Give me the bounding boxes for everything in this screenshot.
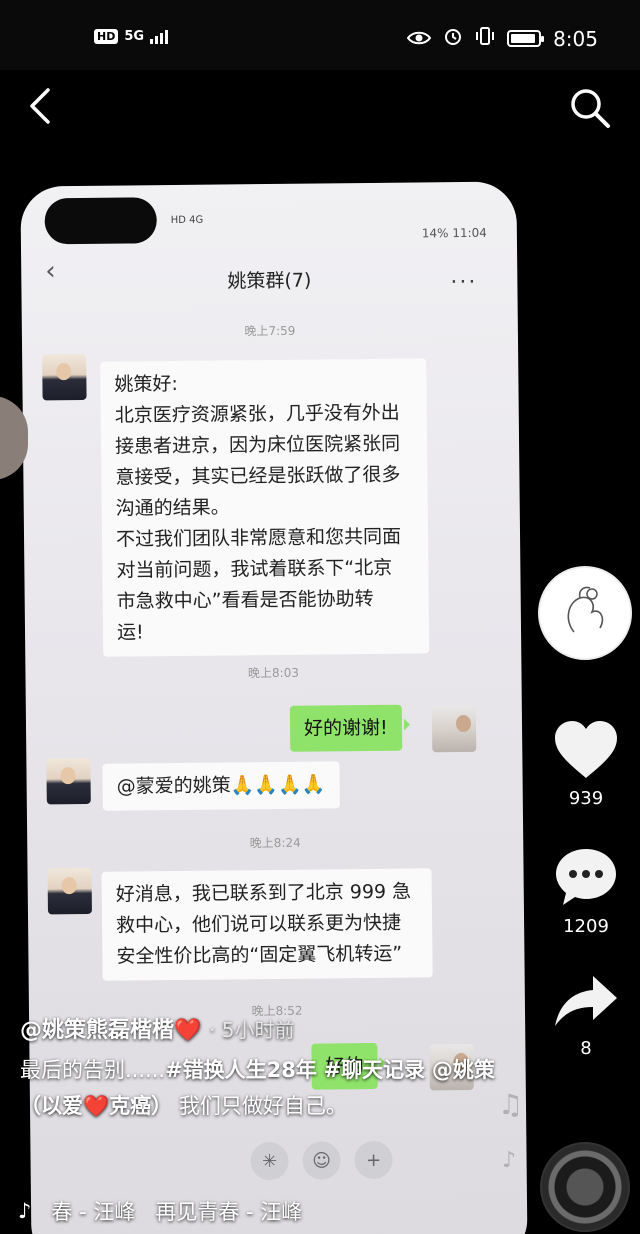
creator-avatar[interactable] (538, 566, 632, 660)
music-disc[interactable] (540, 1142, 630, 1232)
message-time: 晚上8:24 (249, 835, 301, 851)
signal-icon (150, 28, 169, 44)
phone-status-left: HD 4G (170, 214, 204, 227)
chat-title: 姚策群(7) (227, 269, 312, 293)
comment-count: 1209 (563, 916, 609, 937)
phone-status-right: 14% 11:04 (422, 226, 487, 241)
heart-icon (555, 721, 617, 778)
status-bar: HD 5G 8:05 (0, 0, 640, 70)
like-action[interactable]: 939 (548, 720, 624, 809)
like-count: 939 (568, 788, 604, 809)
comment-action[interactable]: 1209 (548, 846, 624, 937)
network-indicators: HD 5G (94, 28, 169, 44)
plus-icon: + (354, 1140, 393, 1180)
vibrate-icon (475, 26, 495, 51)
phone-time: 11:04 (452, 225, 487, 241)
chat-more-icon: ··· (450, 269, 478, 296)
music-note-icon: ♫ (498, 1088, 524, 1121)
search-icon[interactable] (566, 84, 614, 132)
avatar (46, 757, 91, 805)
music-title-next: 再见青春 - 汪峰 (155, 1200, 303, 1224)
message-time: 晚上8:03 (247, 665, 300, 681)
share-count: 8 (580, 1038, 592, 1059)
message-bubble: @蒙爱的姚策🙏🙏🙏🙏 (102, 761, 340, 811)
message-bubble-self: 好的谢谢! (289, 704, 402, 752)
eye-icon (406, 27, 432, 51)
author-name[interactable]: @姚策熊磊楷楷 (20, 1018, 174, 1043)
message-bubble: 好消息，我已联系到了北京 999 急 救中心，他们说可以联系更为快捷 安全性价比… (101, 868, 433, 981)
alarm-icon (443, 26, 463, 51)
hashtag[interactable]: #聊天记录 (324, 1058, 426, 1082)
music-note-icon: ♪ (502, 1148, 517, 1173)
status-right: 8:05 (406, 26, 598, 51)
avatar (42, 353, 87, 401)
music-note-icon: ♪ (18, 1199, 32, 1223)
battery-icon (507, 30, 545, 47)
sticker-icon: ☺ (302, 1141, 341, 1180)
caption-text: 最后的告别......#错换人生28年 #聊天记录 @姚策（以爱❤️克癌） 我们… (20, 1058, 495, 1118)
share-action[interactable]: 8 (548, 974, 624, 1059)
phone-battery: 14% (421, 226, 449, 241)
comment-icon (556, 849, 616, 905)
avatar-self (431, 705, 477, 753)
network-label: 5G (124, 28, 145, 44)
voice-icon: ✳ (250, 1141, 289, 1181)
clock-time: 8:05 (553, 26, 598, 51)
phone-input-bar: ✳ ☺ + (250, 1140, 393, 1181)
camera-notch (44, 197, 157, 245)
share-icon (555, 976, 617, 1026)
back-arrow-icon[interactable] (22, 84, 62, 128)
music-title: 春 - 汪峰 (51, 1200, 136, 1224)
post-time: · 5小时前 (209, 1018, 295, 1042)
video-caption: @姚策熊磊楷楷❤️ · 5小时前 最后的告别......#错换人生28年 #聊天… (20, 1012, 500, 1124)
hd-badge: HD (94, 28, 119, 44)
message-time: 晚上7:59 (244, 323, 296, 339)
message-bubble: 姚策好: 北京医疗资源紧张，几乎没有外出 接患者进京，因为床位医院紧张同 意接受… (100, 358, 430, 657)
avatar (47, 867, 92, 915)
hashtag[interactable]: #错换人生28年 (165, 1058, 317, 1082)
music-info[interactable]: ♪ 春 - 汪峰 再见青春 - 汪峰 (18, 1196, 302, 1226)
heart-emoji: ❤️ (174, 1018, 202, 1043)
